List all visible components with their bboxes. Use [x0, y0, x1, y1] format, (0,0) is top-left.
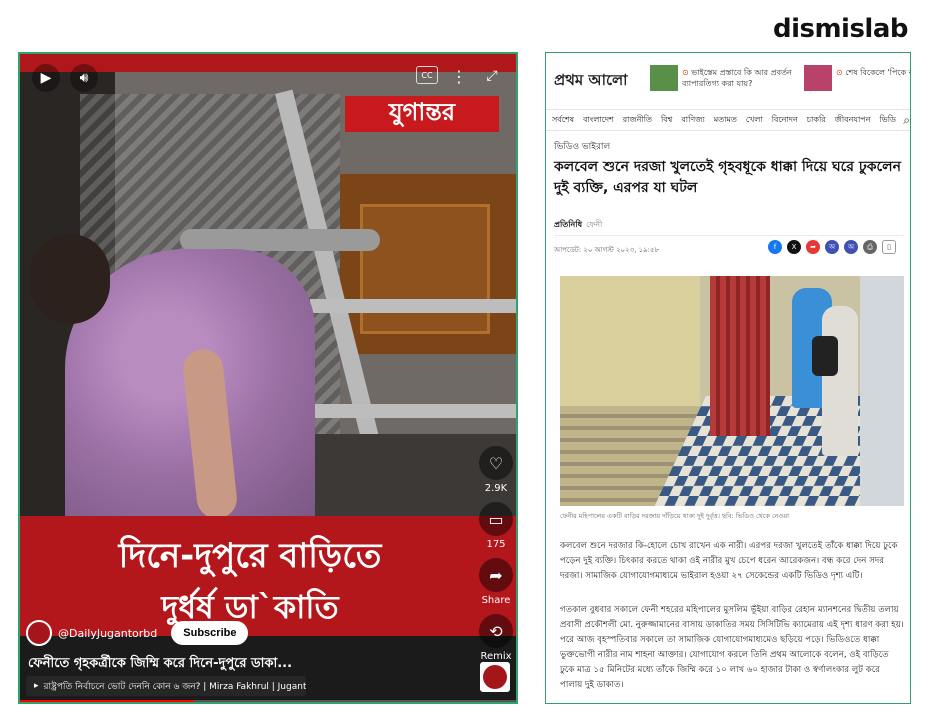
search-icon[interactable]: ⌕: [901, 113, 910, 128]
channel-thumbnail[interactable]: [480, 662, 510, 692]
nav-item[interactable]: মতামত: [714, 114, 737, 127]
fullscreen-icon[interactable]: ⤢: [480, 64, 504, 88]
nav-item[interactable]: বিশ্ব: [661, 114, 672, 127]
cctv-frame: যুগান্তর: [20, 54, 516, 516]
share-label: Share: [481, 595, 511, 606]
article-paragraph-2: গতকাল বুধবার সকালে ফেনী শহরের মহিপালের ম…: [560, 605, 904, 690]
prothom-alo-logo[interactable]: প্রথম আলো: [554, 69, 628, 94]
nav-item[interactable]: রাজনীতি: [623, 114, 652, 127]
article-paragraph-1: কলবেল শুনে দরজার কি-হোলে চোখ রাখেন এক না…: [560, 541, 898, 581]
share-button[interactable]: ➦ Share: [478, 558, 514, 606]
related-video-link[interactable]: ▸ রাষ্ট্রপতি নির্বাচনে ভোট দেননি কোন ৬ জ…: [26, 676, 306, 696]
article-headline: কলবেল শুনে দরজা খুলতেই গৃহবধূকে ধাক্কা দ…: [554, 159, 901, 196]
remix-button[interactable]: ⟲ Remix: [478, 614, 514, 662]
scene-pipe: [180, 229, 380, 251]
photo-person: [822, 306, 858, 456]
photo-curtain: [710, 276, 770, 436]
like-count: 2.9K: [484, 483, 508, 494]
photo-backpack: [812, 336, 838, 376]
byline-place: ফেনী: [586, 220, 603, 229]
facebook-icon[interactable]: f: [768, 240, 782, 254]
scene-rail: [310, 404, 516, 418]
dismislab-logo: dismislab: [772, 14, 909, 44]
share-icon: ➦: [479, 558, 513, 592]
photo-door: [860, 276, 904, 506]
captions-icon[interactable]: CC: [416, 66, 438, 84]
share-bar: f X ➦ অ অ ⎙ ▯: [768, 240, 896, 254]
related-video-text: রাষ্ট্রপতি নির্বাচনে ভোট দেননি কোন ৬ জন?…: [43, 681, 306, 692]
nav-item[interactable]: বাংলাদেশ: [583, 114, 614, 127]
scene-rail: [310, 299, 516, 313]
scene-woman-head: [30, 234, 110, 324]
article-date: আপডেট: ২০ আগস্ট ২০২৩, ১৯:৫৮: [554, 246, 660, 254]
channel-avatar[interactable]: [26, 620, 52, 646]
nav-item[interactable]: চাকরি: [807, 114, 826, 127]
nav-item[interactable]: খেলা: [746, 114, 763, 127]
photo-caption: ফেনীর মহিপালের একটি বাড়ির দরজায় দাঁড়ি…: [560, 512, 790, 520]
scene-door-panel: [360, 204, 490, 334]
divider: [554, 235, 904, 236]
progress-fill: [20, 700, 194, 702]
byline: প্রতিনিধি ফেনী: [554, 219, 602, 232]
nav-item[interactable]: বাণিজ্য: [681, 114, 704, 127]
heart-icon: ♡: [479, 446, 513, 480]
comment-count: 175: [486, 539, 506, 550]
play-icon[interactable]: ▶: [32, 64, 60, 92]
nav-item[interactable]: সর্বশেষ: [552, 114, 574, 127]
jugantor-logo: যুগান্তর: [345, 96, 499, 132]
channel-row: @DailyJugantorbd Subscribe: [26, 618, 249, 648]
remix-label: Remix: [480, 651, 512, 662]
teaser-thumbnail-1[interactable]: [650, 65, 678, 91]
x-icon[interactable]: X: [787, 240, 801, 254]
comparison-graphic: dismislab যুগান্তর ▶ 🔊︎ CC ⋮ ⤢ দিনে-দুপু…: [0, 0, 930, 727]
print-icon[interactable]: ⎙: [863, 240, 877, 254]
nav-item[interactable]: ভিডি: [879, 114, 895, 127]
byline-author: প্রতিনিধি: [554, 220, 583, 229]
article-category[interactable]: ভিডিও ভাইরাল: [554, 139, 610, 154]
short-video-player[interactable]: যুগান্তর ▶ 🔊︎ CC ⋮ ⤢ দিনে-দুপুরে বাড়িতে…: [18, 52, 518, 704]
news-article: প্রথম আলো ⊙ ভাইস্তেম প্রস্তাবে কি আর প্র…: [545, 52, 911, 704]
more-icon[interactable]: ⋮: [448, 64, 470, 88]
caption-line-1: দিনে-দুপুরে বাড়িতে: [118, 536, 382, 576]
arrow-icon: ▸: [34, 681, 39, 691]
font-decrease-icon[interactable]: অ: [844, 240, 858, 254]
channel-thumbnail-logo: [483, 665, 507, 689]
share-icon[interactable]: ➦: [806, 240, 820, 254]
comments-button[interactable]: ▭ 175: [478, 502, 514, 550]
teaser-text-1[interactable]: ⊙ ভাইস্তেম প্রস্তাবে কি আর প্রবর্তন ব্যা…: [682, 67, 800, 89]
nav-item[interactable]: জীবনযাপন: [835, 114, 871, 127]
channel-handle[interactable]: @DailyJugantorbd: [58, 627, 157, 640]
volume-icon[interactable]: 🔊︎: [70, 64, 98, 92]
nav-item[interactable]: বিনোদন: [772, 114, 798, 127]
comment-icon: ▭: [479, 502, 513, 536]
article-photo[interactable]: [560, 276, 904, 506]
subscribe-button[interactable]: Subscribe: [171, 621, 249, 645]
font-increase-icon[interactable]: অ: [825, 240, 839, 254]
main-nav: সর্বশেষ বাংলাদেশ রাজনীতি বিশ্ব বাণিজ্য ম…: [546, 109, 910, 131]
progress-bar[interactable]: [20, 700, 516, 702]
teaser-text-2[interactable]: ⊙ শেষ বিকেলে 'পিকে বা: [836, 67, 910, 80]
bookmark-icon[interactable]: ▯: [882, 240, 896, 254]
remix-icon: ⟲: [479, 614, 513, 648]
video-title[interactable]: ফেনীতে গৃহকর্ত্রীকে জিম্মি করে দিনে-দুপু…: [28, 654, 468, 675]
teaser-thumbnail-2[interactable]: [804, 65, 832, 91]
like-button[interactable]: ♡ 2.9K: [478, 446, 514, 494]
